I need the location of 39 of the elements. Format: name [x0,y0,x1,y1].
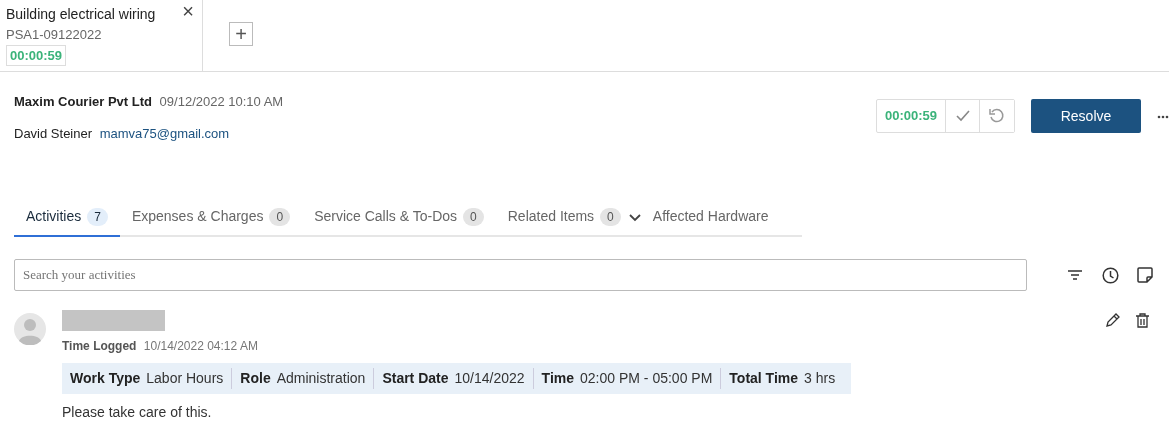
tab[interactable]: Service Calls & To-Dos 0 [302,200,496,237]
ticket-title: Building electrical wiring [6,5,156,24]
contact-name: David Steiner [14,125,93,141]
contact-email[interactable]: mamva75@gmail.com [99,125,230,141]
filter-icon[interactable] [1068,270,1082,280]
count-badge: 7 [87,208,108,226]
count-badge: 0 [269,208,291,226]
tab[interactable]: Related Items 0 [495,200,633,237]
avatar-icon [14,313,46,345]
detail-item: Work Type Labor Hours [70,369,225,388]
close-button[interactable]: × [182,1,194,21]
chevron-down-icon[interactable] [628,213,641,222]
ticket-tab[interactable]: Building electrical wiring × PSA1-09122022 00:00:59 [0,0,203,72]
activity-type: Time Logged [62,339,137,353]
count-badge: 0 [600,208,621,226]
delete-icon[interactable] [1136,313,1149,328]
tab[interactable]: Affected Hardware [640,200,781,237]
undo-icon [989,108,1005,124]
tab[interactable]: Expenses & Charges 0 [119,200,303,237]
detail-item: Role Administration [231,368,374,389]
clock-icon[interactable] [1102,266,1119,284]
activity-note: Please take care of this. [62,403,213,422]
resolve-button[interactable]: Resolve [1031,99,1141,133]
count-badge: 0 [463,208,484,226]
more-icon[interactable] [1157,115,1169,119]
detail-item: Time 02:00 PM - 05:00 PM [532,368,721,389]
tab[interactable]: Activities 7 [14,200,120,237]
ticket-number: PSA1-09122022 [6,26,103,44]
note-icon[interactable] [1137,267,1153,283]
search-field[interactable]: Search your activities [14,259,1027,291]
detail-item: Total Time 3 hrs [720,368,844,389]
activity-time: 10/14/2022 04:12 AM [143,339,258,353]
ticket-date: 09/12/2022 10:10 AM [159,94,284,109]
check-icon [955,110,970,122]
detail-item: Start Date 10/14/2022 [373,368,533,389]
add-tab-button[interactable]: + [229,22,253,46]
ticket-timer: 00:00:59 [6,44,67,66]
edit-icon[interactable] [1105,313,1120,328]
company-name: Maxim Courier Pvt Ltd [14,94,152,109]
